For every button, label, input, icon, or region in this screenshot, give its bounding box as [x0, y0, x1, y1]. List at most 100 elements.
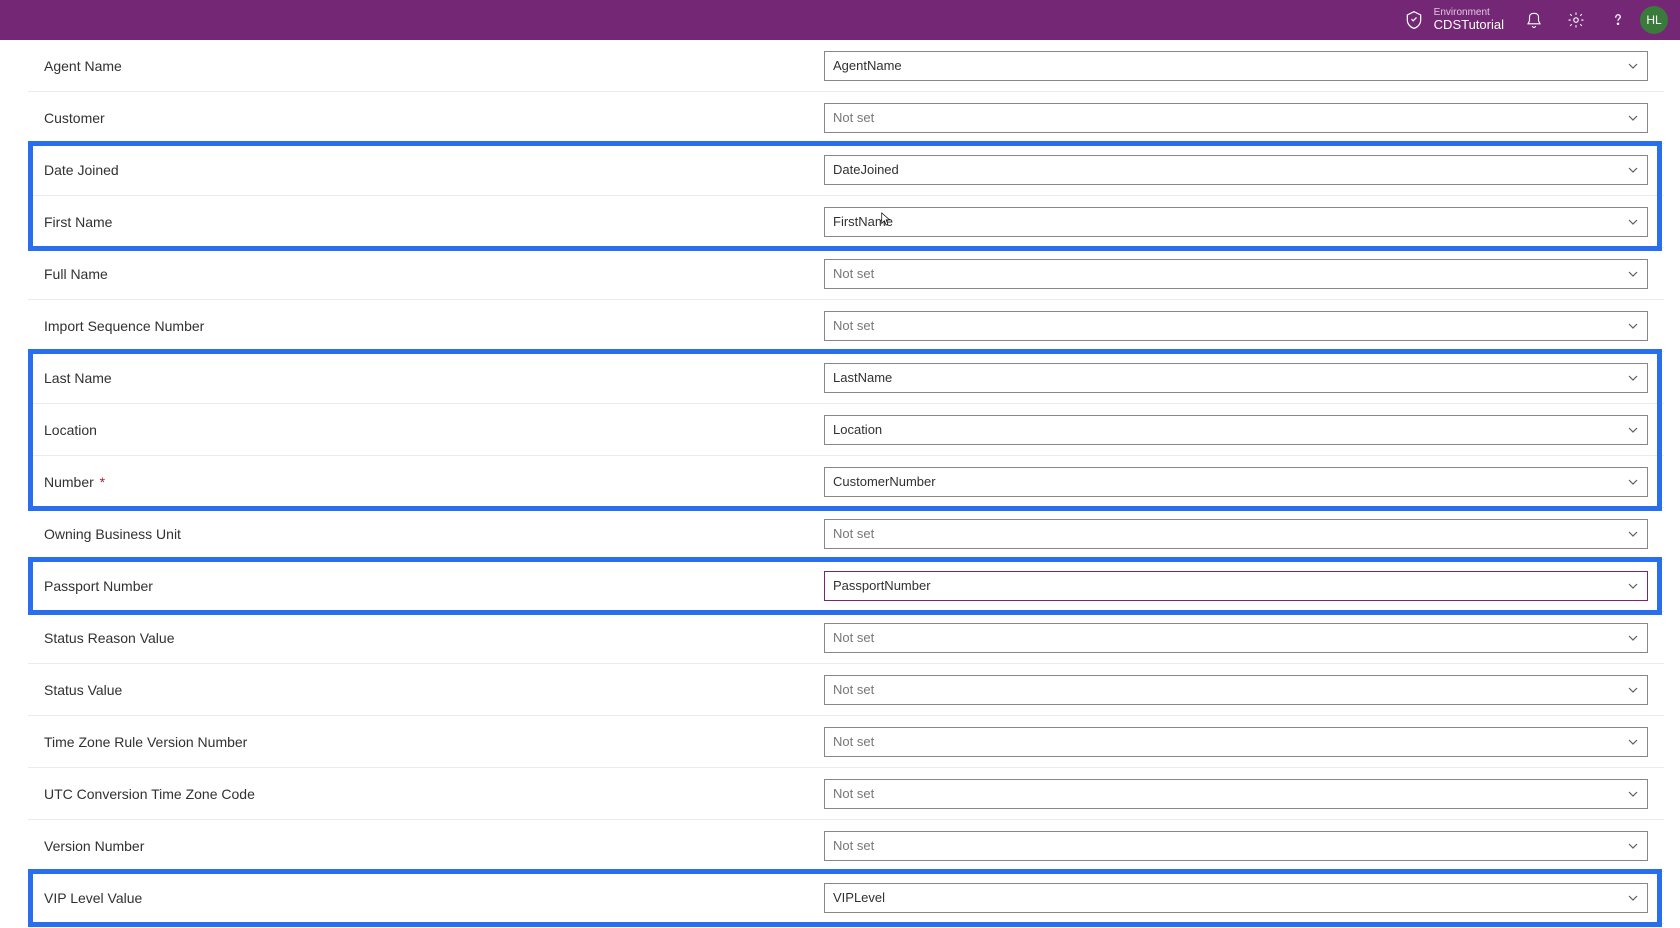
- mapping-row: Location Location: [28, 404, 1664, 456]
- field-label: Date Joined: [44, 162, 824, 178]
- mapping-dropdown[interactable]: Not set: [824, 259, 1648, 289]
- help-icon[interactable]: [1608, 10, 1628, 30]
- mapping-dropdown[interactable]: Not set: [824, 831, 1648, 861]
- mapping-dropdown[interactable]: Not set: [824, 779, 1648, 809]
- field-value-cell: PassportNumber: [824, 571, 1648, 601]
- mapping-row: VIP Level Value VIPLevel: [28, 872, 1664, 924]
- environment-icon: [1404, 10, 1424, 30]
- chevron-down-icon: [1627, 892, 1639, 904]
- chevron-down-icon: [1627, 632, 1639, 644]
- chevron-down-icon: [1627, 476, 1639, 488]
- field-value-cell: FirstName: [824, 207, 1648, 237]
- mapping-row: Version Number Not set: [28, 820, 1664, 872]
- field-mapping-panel: Agent Name AgentName Customer Not set Date J…: [0, 40, 1680, 924]
- app-header: Environment CDSTutorial HL: [0, 0, 1680, 40]
- mapping-row: Import Sequence Number Not set: [28, 300, 1664, 352]
- mapping-area: Agent Name AgentName Customer Not set Date J…: [28, 40, 1664, 924]
- header-icon-group: [1524, 10, 1628, 30]
- dropdown-value: Not set: [833, 838, 874, 853]
- field-value-cell: Not set: [824, 623, 1648, 653]
- dropdown-value: DateJoined: [833, 162, 899, 177]
- field-label: First Name: [44, 214, 824, 230]
- field-value-cell: Not set: [824, 103, 1648, 133]
- environment-name: CDSTutorial: [1434, 18, 1504, 32]
- mapping-row: Last NameLastName: [28, 352, 1664, 404]
- dropdown-value: FirstName: [833, 214, 893, 229]
- mapping-dropdown[interactable]: AgentName: [824, 51, 1648, 81]
- mapping-row: Status Value Not set: [28, 664, 1664, 716]
- field-label: Passport Number: [44, 578, 824, 594]
- mapping-row: Status Reason Value Not set: [28, 612, 1664, 664]
- field-value-cell: CustomerNumber: [824, 467, 1648, 497]
- mapping-row: UTC Conversion Time Zone Code Not set: [28, 768, 1664, 820]
- field-label: Status Reason Value: [44, 630, 824, 646]
- field-value-cell: Not set: [824, 727, 1648, 757]
- mapping-row: Full Name Not set: [28, 248, 1664, 300]
- notifications-icon[interactable]: [1524, 10, 1544, 30]
- chevron-down-icon: [1627, 112, 1639, 124]
- dropdown-value: Not set: [833, 110, 874, 125]
- chevron-down-icon: [1627, 424, 1639, 436]
- mapping-row: Number *CustomerNumber: [28, 456, 1664, 508]
- field-label: Customer: [44, 110, 824, 126]
- field-value-cell: DateJoined: [824, 155, 1648, 185]
- chevron-down-icon: [1627, 320, 1639, 332]
- chevron-down-icon: [1627, 164, 1639, 176]
- field-label: Version Number: [44, 838, 824, 854]
- field-label: Full Name: [44, 266, 824, 282]
- dropdown-value: Not set: [833, 786, 874, 801]
- chevron-down-icon: [1627, 372, 1639, 384]
- field-label: Number *: [44, 474, 824, 490]
- mapping-dropdown[interactable]: Not set: [824, 519, 1648, 549]
- field-value-cell: Not set: [824, 831, 1648, 861]
- field-label: Time Zone Rule Version Number: [44, 734, 824, 750]
- avatar[interactable]: HL: [1640, 6, 1668, 34]
- mapping-dropdown[interactable]: PassportNumber: [824, 571, 1648, 601]
- mapping-dropdown[interactable]: Not set: [824, 623, 1648, 653]
- field-value-cell: Not set: [824, 259, 1648, 289]
- mapping-dropdown[interactable]: Location: [824, 415, 1648, 445]
- field-label: Import Sequence Number: [44, 318, 824, 334]
- mapping-dropdown[interactable]: DateJoined: [824, 155, 1648, 185]
- mapping-dropdown[interactable]: Not set: [824, 311, 1648, 341]
- dropdown-value: VIPLevel: [833, 890, 885, 905]
- mapping-dropdown[interactable]: Not set: [824, 675, 1648, 705]
- chevron-down-icon: [1627, 268, 1639, 280]
- mapping-dropdown[interactable]: Not set: [824, 727, 1648, 757]
- chevron-down-icon: [1627, 736, 1639, 748]
- chevron-down-icon: [1627, 788, 1639, 800]
- field-label: Agent Name: [44, 58, 824, 74]
- field-value-cell: LastName: [824, 363, 1648, 393]
- mapping-row: Passport Number PassportNumber: [28, 560, 1664, 612]
- mapping-dropdown[interactable]: LastName: [824, 363, 1648, 393]
- field-value-cell: Location: [824, 415, 1648, 445]
- field-value-cell: Not set: [824, 675, 1648, 705]
- mapping-dropdown[interactable]: FirstName: [824, 207, 1648, 237]
- field-label: VIP Level Value: [44, 890, 824, 906]
- field-label: UTC Conversion Time Zone Code: [44, 786, 824, 802]
- mapping-row: Owning Business UnitNot set: [28, 508, 1664, 560]
- required-indicator: *: [96, 474, 105, 490]
- settings-icon[interactable]: [1566, 10, 1586, 30]
- field-value-cell: Not set: [824, 779, 1648, 809]
- field-label: Last Name: [44, 370, 824, 386]
- chevron-down-icon: [1627, 580, 1639, 592]
- chevron-down-icon: [1627, 60, 1639, 72]
- mapping-dropdown[interactable]: Not set: [824, 103, 1648, 133]
- mapping-dropdown[interactable]: CustomerNumber: [824, 467, 1648, 497]
- field-label: Status Value: [44, 682, 824, 698]
- dropdown-value: PassportNumber: [833, 578, 931, 593]
- mapping-dropdown[interactable]: VIPLevel: [824, 883, 1648, 913]
- dropdown-value: AgentName: [833, 58, 902, 73]
- chevron-down-icon: [1627, 684, 1639, 696]
- dropdown-value: Not set: [833, 630, 874, 645]
- dropdown-value: Not set: [833, 734, 874, 749]
- field-label: Location: [44, 422, 824, 438]
- chevron-down-icon: [1627, 840, 1639, 852]
- mapping-row: Date Joined DateJoined: [28, 144, 1664, 196]
- dropdown-value: Location: [833, 422, 882, 437]
- environment-selector[interactable]: Environment CDSTutorial: [1404, 7, 1504, 32]
- dropdown-value: Not set: [833, 318, 874, 333]
- dropdown-value: Not set: [833, 682, 874, 697]
- dropdown-value: Not set: [833, 266, 874, 281]
